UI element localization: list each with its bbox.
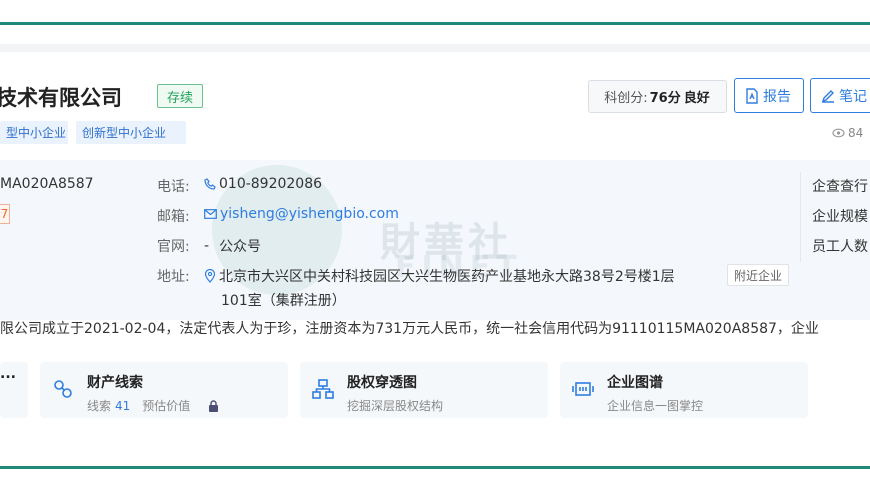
address-label: 地址: bbox=[157, 269, 190, 285]
website-text: - bbox=[204, 238, 210, 254]
website-value: - 公众号 bbox=[204, 236, 261, 256]
tech-score[interactable]: 科创分: 76分 良好 bbox=[588, 80, 727, 113]
phone-value[interactable]: 010-89202086 bbox=[204, 176, 322, 192]
eye-icon bbox=[832, 128, 845, 138]
report-icon bbox=[746, 87, 758, 104]
feature-title: 财产线索 bbox=[87, 375, 143, 391]
feature-title: 股权穿透图 bbox=[347, 375, 417, 391]
feature-title: 企业图谱 bbox=[607, 375, 663, 391]
employees-label: 员工人数 bbox=[812, 239, 868, 255]
feature-company-map[interactable]: 企业图谱 企业信息一图掌控 bbox=[560, 362, 808, 418]
note-button[interactable]: 笔记 bbox=[810, 78, 870, 113]
report-button[interactable]: 报告 bbox=[734, 78, 804, 113]
company-map-icon bbox=[572, 382, 594, 396]
address-line2: 101室（集群注册） bbox=[221, 293, 346, 309]
company-summary: 限公司成立于2021-02-04，法定代表人为于珍，注册资本为731万元人民币，… bbox=[0, 321, 819, 337]
view-count-value: 84 bbox=[848, 126, 864, 140]
company-name: 技术有限公司 bbox=[0, 86, 122, 110]
feature-subtitle: 线索 41 预估价值 bbox=[87, 397, 219, 414]
feature-ellipsis: ... bbox=[0, 366, 16, 382]
nearby-companies-button[interactable]: 附近企业 bbox=[727, 264, 789, 286]
feature-equity-chart[interactable]: 股权穿透图 挖掘深层股权结构 bbox=[300, 362, 548, 418]
address-value[interactable]: 北京市大兴区中关村科技园区大兴生物医药产业基地永大路38号2号楼1层 bbox=[204, 266, 675, 286]
property-clue-icon bbox=[54, 380, 72, 398]
lock-icon bbox=[209, 399, 219, 412]
tag-innovative-sme[interactable]: 创新型中小企业 bbox=[76, 121, 186, 144]
email-address: yisheng@yishengbio.com bbox=[220, 206, 399, 222]
feature-subtitle: 企业信息一图掌控 bbox=[607, 399, 704, 413]
phone-label: 电话: bbox=[157, 179, 190, 195]
report-label: 报告 bbox=[763, 88, 791, 105]
divider bbox=[800, 172, 801, 262]
industry-label: 企查查行 bbox=[812, 179, 868, 195]
website-label: 官网: bbox=[157, 239, 190, 255]
clue-label: 线索 bbox=[87, 399, 112, 413]
score-label: 科创分: bbox=[604, 91, 648, 106]
view-count: 84 bbox=[832, 126, 863, 140]
note-label: 笔记 bbox=[839, 88, 867, 105]
email-label: 邮箱: bbox=[157, 209, 190, 225]
phone-icon bbox=[204, 178, 216, 190]
equity-chart-icon bbox=[312, 379, 334, 399]
address-line1: 北京市大兴区中关村科技园区大兴生物医药产业基地永大路38号2号楼1层 bbox=[219, 269, 675, 285]
email-value[interactable]: yisheng@yishengbio.com bbox=[204, 206, 399, 222]
feature-subtitle: 挖掘深层股权结构 bbox=[347, 399, 444, 413]
feature-property-clues[interactable]: 财产线索 线索 41 预估价值 bbox=[40, 362, 288, 418]
estimated-value-label: 预估价值 bbox=[142, 399, 191, 413]
bottom-frame-line bbox=[0, 466, 870, 469]
status-badge: 存续 bbox=[157, 84, 203, 108]
clue-count: 41 bbox=[115, 398, 131, 413]
scale-label: 企业规模 bbox=[812, 209, 868, 225]
location-icon bbox=[204, 269, 216, 283]
tag-sme[interactable]: 型中小企业 bbox=[0, 121, 68, 144]
credit-code: MA020A8587 bbox=[0, 176, 94, 192]
score-rating: 良好 bbox=[683, 91, 710, 106]
score-value: 76分 bbox=[649, 91, 681, 106]
credit-badge: 7 bbox=[0, 204, 10, 224]
top-frame-line bbox=[0, 22, 870, 25]
mail-icon bbox=[204, 209, 217, 219]
wechat-link[interactable]: 公众号 bbox=[219, 236, 261, 256]
gray-band bbox=[0, 44, 870, 52]
phone-number: 010-89202086 bbox=[219, 176, 323, 192]
edit-icon bbox=[821, 89, 834, 103]
